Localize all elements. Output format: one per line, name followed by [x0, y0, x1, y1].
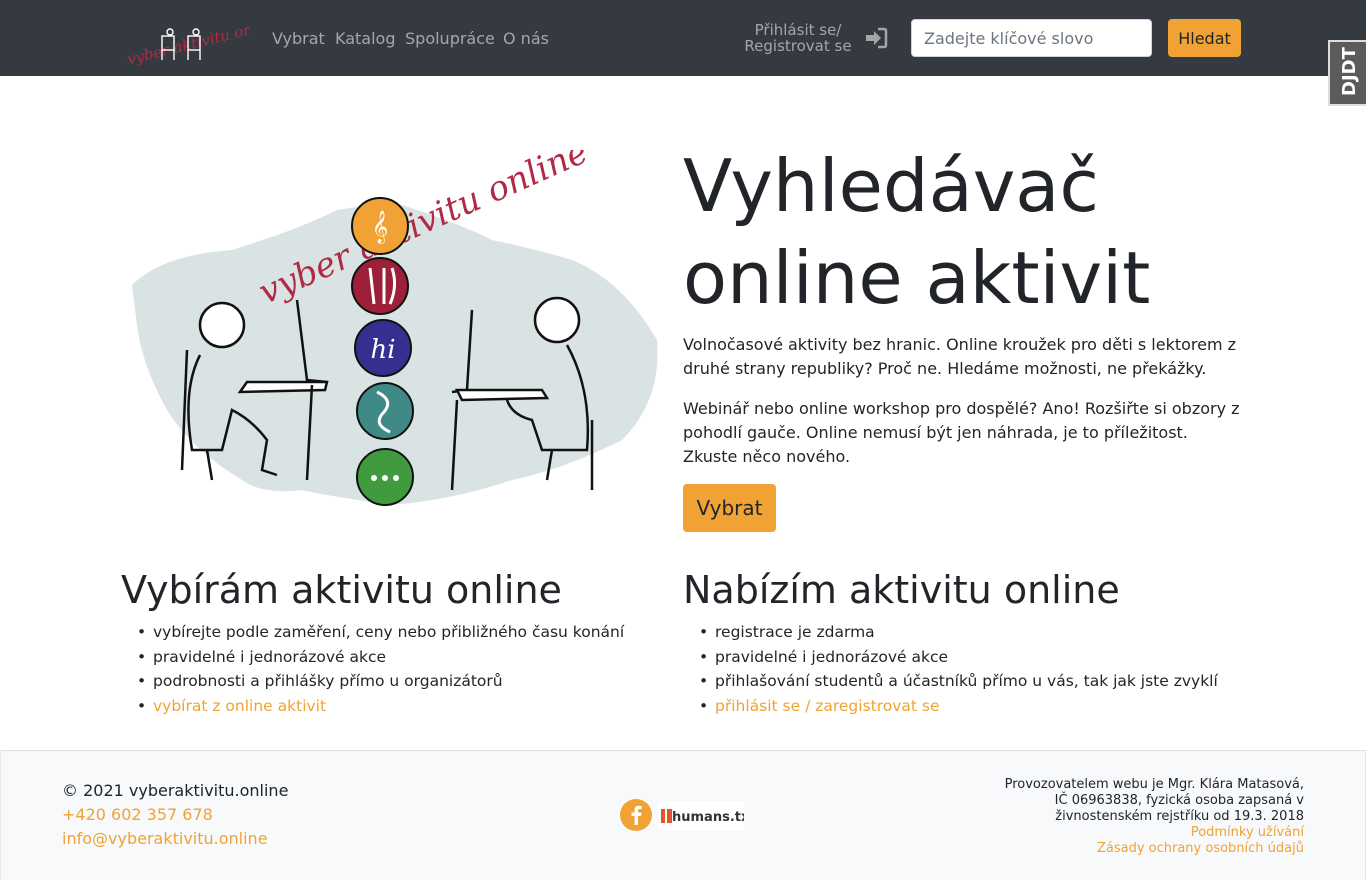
offer-activity-title: Nabízím aktivitu online: [683, 568, 1120, 612]
nav-link-o-nas[interactable]: O nás: [503, 29, 549, 49]
brand-logo[interactable]: vyber aktivitu online: [122, 10, 250, 66]
register-label: Registrovat se: [744, 37, 852, 55]
hero-paragraph-adults: Webinář nebo online workshop pro dospělé…: [683, 399, 1240, 466]
nav-link-katalog[interactable]: Katalog: [335, 29, 395, 49]
site-footer: © 2021 vyberaktivitu.online +420 602 357…: [0, 750, 1366, 880]
search-input[interactable]: [911, 19, 1152, 57]
hero-title-line1: Vyhledávač: [683, 144, 1100, 228]
footer-legal: Provozovatelem webu je Mgr. Klára Mataso…: [1004, 777, 1304, 857]
hero-paragraph-kids: Volnočasové aktivity bez hranic. Online …: [683, 335, 1237, 378]
hero-title-line2: online aktivit: [683, 236, 1151, 320]
sign-in-icon[interactable]: [864, 27, 888, 49]
operator-info-line3: živnostenském rejstříku od 19.3. 2018: [1055, 809, 1304, 824]
login-label: Přihlásit se/: [754, 21, 842, 39]
svg-text:hi: hi: [370, 335, 395, 365]
humans-txt-label: humans.txt: [672, 810, 744, 825]
debug-toolbar-label: DJDT: [1339, 47, 1360, 96]
terms-link[interactable]: Podmínky užívání: [1004, 825, 1304, 841]
choose-activity-list: vybírejte podle zaměření, ceny nebo přib…: [121, 620, 681, 718]
search-button[interactable]: Hledat: [1168, 19, 1241, 57]
hero-title: Vyhledávač online aktivit: [683, 140, 1243, 324]
operator-info-line2: IČ 06963838, fyzická osoba zapsaná v: [1054, 793, 1304, 808]
svg-text:𝄞: 𝄞: [372, 210, 389, 244]
hero-illustration: vyber aktivitu online 𝄞 hi: [132, 150, 658, 506]
browse-activities-link[interactable]: vybírat z online aktivit: [153, 697, 326, 715]
humans-txt-icon[interactable]: humans.txt: [658, 801, 744, 831]
nav-link-vybrat[interactable]: Vybrat: [272, 29, 325, 49]
choose-activity-title: Vybírám aktivitu online: [121, 568, 562, 612]
nav-link-spoluprace[interactable]: Spolupráce: [405, 29, 495, 49]
list-item: podrobnosti a přihlášky přímo u organizá…: [121, 669, 681, 694]
list-item: vybírat z online aktivit: [121, 694, 681, 719]
list-item: přihlásit se / zaregistrovat se: [683, 694, 1243, 719]
privacy-link[interactable]: Zásady ochrany osobních údajů: [1004, 841, 1304, 857]
craft-activity-icon: [351, 257, 409, 315]
list-item: pravidelné i jednorázové akce: [683, 645, 1243, 670]
offer-activity-list: registrace je zdarma pravidelné i jednor…: [683, 620, 1243, 718]
debug-toolbar-handle[interactable]: DJDT: [1328, 40, 1366, 106]
list-item: registrace je zdarma: [683, 620, 1243, 645]
hero-choose-button[interactable]: Vybrat: [683, 484, 776, 532]
email-link[interactable]: info@vyberaktivitu.online: [62, 827, 288, 851]
phone-link[interactable]: +420 602 357 678: [62, 803, 288, 827]
list-item: pravidelné i jednorázové akce: [121, 645, 681, 670]
login-register-link[interactable]: Přihlásit se/ Registrovat se: [740, 22, 856, 54]
top-navbar: vyber aktivitu online Vybrat Katalog Spo…: [0, 0, 1366, 76]
copyright-text: © 2021 vyberaktivitu.online: [62, 781, 289, 800]
login-register-footer-link[interactable]: přihlásit se / zaregistrovat se: [715, 697, 940, 715]
list-item: přihlašování studentů a účastníků přímo …: [683, 669, 1243, 694]
list-item: vybírejte podle zaměření, ceny nebo přib…: [121, 620, 681, 645]
facebook-icon[interactable]: [620, 799, 652, 831]
footer-contact: © 2021 vyberaktivitu.online +420 602 357…: [62, 779, 288, 851]
operator-info-line1: Provozovatelem webu je Mgr. Klára Mataso…: [1004, 777, 1304, 792]
